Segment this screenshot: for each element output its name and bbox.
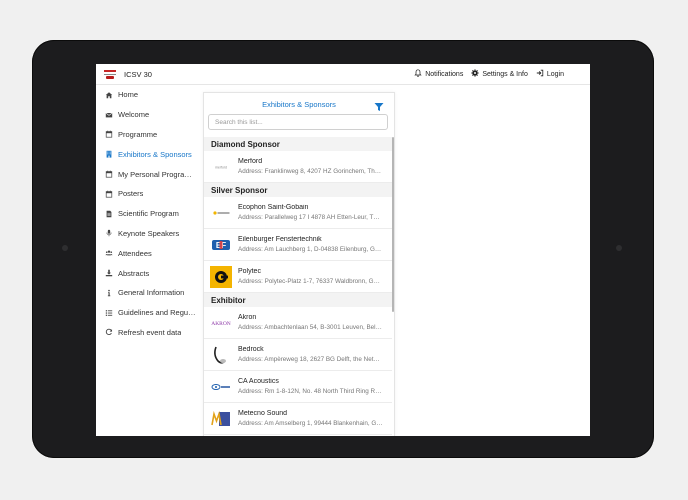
calendar-icon — [104, 189, 113, 198]
sidebar-item-welcome[interactable]: Welcome — [96, 105, 196, 125]
bedrock-logo — [210, 344, 232, 366]
exhibitor-name: Akron — [238, 314, 257, 321]
exhibitor-address: Address: Ambachtenlaan 54, B-3001 Leuven… — [238, 324, 383, 331]
gear-icon — [471, 69, 479, 79]
info-icon — [104, 288, 113, 297]
polytec-logo — [210, 265, 232, 288]
sidebar-item-label: Home — [118, 90, 139, 100]
exhibitor-address: Address: Rm 1-8-12N, No. 48 North Third … — [238, 388, 383, 395]
sidebar-item-exhibitors[interactable]: Exhibitors & Sponsors — [96, 144, 196, 164]
refresh-icon — [104, 328, 113, 337]
download-icon — [104, 269, 113, 278]
panel-header: Exhibitors & Sponsors — [204, 93, 394, 115]
akron-logo: AKRON — [210, 312, 232, 334]
exhibitor-address: Address: Parallelweg 17 I 4878 AH Etten-… — [238, 214, 383, 221]
list-item[interactable]: Polytec Address: Polytec-Platz 1-7, 7633… — [204, 261, 392, 293]
microphone-icon — [104, 229, 113, 238]
sidebar-item-label: Guidelines and Regulations — [118, 308, 196, 318]
svg-text:merford: merford — [215, 165, 227, 169]
list-icon — [104, 308, 113, 317]
sidebar-item-label: Keynote Speakers — [118, 228, 180, 238]
users-icon — [104, 249, 113, 258]
settings-button[interactable]: Settings & Info — [471, 69, 528, 79]
panel-title: Exhibitors & Sponsors — [262, 99, 336, 109]
sidebar-item-label: My Personal Programme — [118, 169, 196, 179]
list-item[interactable]: Ecophon Saint-Gobain Address: Parallelwe… — [204, 197, 392, 229]
exhibitor-address: Address: Ampèreweg 18, 2627 BG Delft, th… — [238, 356, 383, 363]
exhibitor-name: Bedrock — [238, 346, 264, 353]
settings-label: Settings & Info — [482, 70, 528, 78]
list-item[interactable]: AKRON Akron Address: Ambachtenlaan 54, B… — [204, 307, 392, 339]
sidebar-item-label: General Information — [118, 288, 185, 298]
list-item[interactable]: Bedrock Address: Ampèreweg 18, 2627 BG D… — [204, 339, 392, 371]
search-input[interactable] — [208, 114, 388, 130]
exhibitor-name: Metecno Sound — [238, 410, 288, 417]
home-icon — [104, 90, 113, 99]
exhibitor-address: Address: Am Lauchberg 1, D-04838 Eilenbu… — [238, 246, 383, 253]
exhibitor-address: Address: Polytec-Platz 1-7, 76337 Waldbr… — [238, 278, 383, 285]
app-screen: ICSV 30 Notifications Settings & Info Lo… — [96, 64, 590, 436]
envelope-icon — [104, 110, 113, 119]
sidebar-item-refresh[interactable]: Refresh event data — [96, 323, 196, 343]
list-item[interactable]: EF Eilenburger Fenstertechnik Address: A… — [204, 229, 392, 261]
exhibitor-list: Diamond Sponsor merford Merford Address:… — [204, 137, 392, 436]
sidebar-item-guidelines[interactable]: Guidelines and Regulations — [96, 303, 196, 323]
sidebar-item-label: Programme — [118, 129, 158, 139]
ca-acoustics-logo — [210, 376, 232, 398]
sidebar-item-label: Attendees — [118, 248, 152, 258]
sidebar-item-label: Scientific Program — [118, 209, 179, 219]
section-header: Silver Sponsor — [204, 183, 392, 197]
sidebar-item-label: Exhibitors & Sponsors — [118, 149, 192, 159]
login-button[interactable]: Login — [536, 69, 564, 79]
login-icon — [536, 69, 544, 79]
sidebar-item-home[interactable]: Home — [96, 85, 196, 105]
sidebar-item-label: Abstracts — [118, 268, 150, 278]
app-title: ICSV 30 — [124, 69, 152, 79]
sidebar-item-label: Refresh event data — [118, 327, 182, 337]
sidebar-item-posters[interactable]: Posters — [96, 184, 196, 204]
bell-icon — [414, 69, 422, 79]
sidebar-item-programme[interactable]: Programme — [96, 125, 196, 145]
exhibitor-address: Address: Franklinweg 8, 4207 HZ Gorinche… — [238, 168, 383, 175]
sidebar-item-label: Posters — [118, 189, 144, 199]
notifications-button[interactable]: Notifications — [414, 69, 463, 79]
exhibitor-name: Merford — [238, 158, 263, 165]
sidebar: Home Welcome Programme Exhibitors & Spon… — [96, 85, 196, 436]
home-sensor — [616, 245, 622, 251]
merford-logo: merford — [210, 156, 232, 178]
sidebar-item-my-programme[interactable]: My Personal Programme — [96, 164, 196, 184]
top-bar: ICSV 30 Notifications Settings & Info Lo… — [96, 64, 590, 85]
list-item[interactable]: CA Acoustics Address: Rm 1-8-12N, No. 48… — [204, 371, 392, 403]
calendar-icon — [104, 170, 113, 179]
front-camera — [62, 245, 68, 251]
section-header: Exhibitor — [204, 293, 392, 307]
filter-icon[interactable] — [374, 99, 384, 111]
sidebar-item-general-information[interactable]: General Information — [96, 283, 196, 303]
app-logo — [104, 69, 116, 79]
eilenburger-logo: EF — [210, 234, 232, 256]
sidebar-item-label: Welcome — [118, 110, 150, 120]
notifications-label: Notifications — [425, 70, 464, 78]
calendar-icon — [104, 130, 113, 139]
login-label: Login — [546, 70, 564, 78]
sidebar-item-abstracts[interactable]: Abstracts — [96, 263, 196, 283]
svg-text:AKRON: AKRON — [211, 321, 231, 327]
sidebar-item-attendees[interactable]: Attendees — [96, 243, 196, 263]
exhibitor-name: Eilenburger Fenstertechnik — [238, 236, 322, 243]
sidebar-item-keynote-speakers[interactable]: Keynote Speakers — [96, 224, 196, 244]
sidebar-item-scientific-program[interactable]: Scientific Program — [96, 204, 196, 224]
document-icon — [104, 209, 113, 218]
list-scrollbar[interactable] — [392, 137, 394, 312]
section-header: Diamond Sponsor — [204, 137, 392, 151]
exhibitor-name: CA Acoustics — [238, 378, 279, 385]
building-icon — [104, 150, 113, 159]
ecophon-logo — [210, 202, 232, 224]
exhibitors-panel: Exhibitors & Sponsors Diamond Sponsor me… — [203, 92, 395, 436]
exhibitor-name: Ecophon Saint-Gobain — [238, 204, 309, 211]
exhibitor-name: Polytec — [238, 268, 261, 275]
metecno-logo — [210, 408, 232, 430]
exhibitor-address: Address: Am Amselberg 1, 99444 Blankenha… — [238, 420, 383, 427]
list-item[interactable]: merford Merford Address: Franklinweg 8, … — [204, 151, 392, 183]
list-item[interactable]: Metecno Sound Address: Am Amselberg 1, 9… — [204, 403, 392, 435]
